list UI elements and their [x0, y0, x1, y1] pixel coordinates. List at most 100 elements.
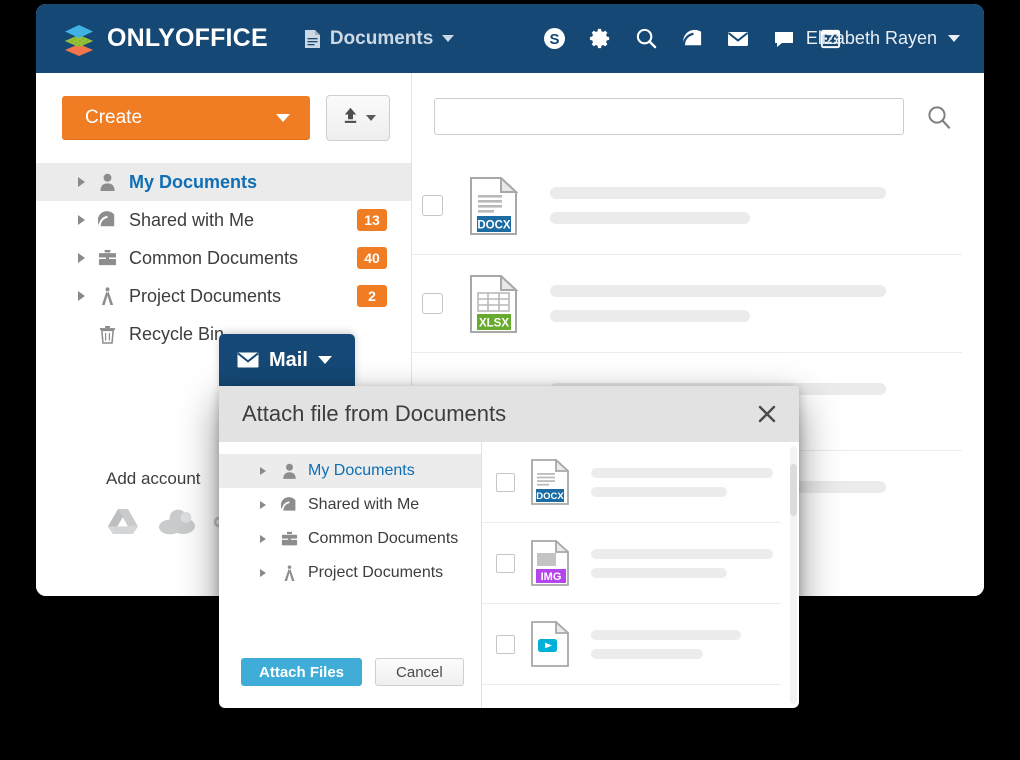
cancel-button[interactable]: Cancel: [375, 658, 464, 686]
placeholder-line: [591, 567, 727, 578]
row-placeholder-lines: [591, 629, 741, 659]
row-placeholder-lines: [591, 467, 773, 497]
chevron-right-icon[interactable]: [78, 177, 85, 187]
briefcase-icon: [279, 531, 299, 547]
chevron-right-icon[interactable]: [78, 215, 85, 225]
person-icon: [279, 463, 299, 479]
chevron-right-icon[interactable]: [260, 467, 266, 475]
sidebar-badge: 13: [357, 209, 387, 231]
person-icon: [96, 173, 118, 191]
compass-icon: [279, 564, 299, 582]
sidebar-item-label: Common Documents: [129, 247, 299, 268]
screen-root: ONLYOFFICE Documents S Elizabeth Rayen C…: [0, 0, 1020, 760]
sidebar-item-label: My Documents: [129, 171, 258, 192]
modal-title: Attach file from Documents: [242, 401, 507, 426]
folder-tree: My Documents Shared with Me 13 Common Do…: [36, 163, 411, 353]
search-icon[interactable]: [633, 26, 659, 52]
mail-tab-button[interactable]: Mail: [219, 334, 355, 386]
search-input[interactable]: [434, 98, 904, 135]
shared-gauge-icon: [279, 497, 299, 513]
chevron-down-icon: [948, 35, 960, 42]
settings-icon[interactable]: [587, 26, 613, 52]
row-checkbox[interactable]: [496, 553, 515, 573]
search-icon[interactable]: [926, 104, 952, 130]
briefcase-icon: [96, 249, 118, 267]
list-item[interactable]: DOCX: [482, 442, 781, 523]
svg-text:DOCX: DOCX: [536, 491, 564, 502]
row-checkbox[interactable]: [496, 634, 515, 654]
list-item[interactable]: IMG: [482, 523, 781, 604]
chevron-down-icon: [442, 35, 455, 42]
row-placeholder-lines: [550, 187, 886, 224]
chevron-down-icon: [365, 115, 376, 121]
chevron-right-icon[interactable]: [260, 535, 266, 543]
chevron-right-icon[interactable]: [260, 501, 266, 509]
attach-files-button[interactable]: Attach Files: [241, 658, 363, 686]
compass-icon: [96, 286, 118, 306]
search-bar: [412, 73, 984, 135]
row-checkbox[interactable]: [422, 293, 443, 314]
sidebar-item-label: Shared with Me: [129, 209, 255, 230]
img-file-icon: IMG: [531, 538, 571, 586]
row-checkbox[interactable]: [496, 472, 515, 492]
table-row[interactable]: XLSX: [412, 255, 962, 353]
google-drive-icon[interactable]: [106, 507, 140, 542]
sidebar-item-common-documents[interactable]: Common Documents 40: [36, 239, 411, 277]
shared-gauge-icon: [96, 211, 118, 229]
mail-tab-label: Mail: [269, 348, 308, 371]
talk-chat-icon[interactable]: [771, 26, 797, 52]
modal-tree-item-label: My Documents: [308, 462, 415, 479]
chevron-right-icon[interactable]: [260, 569, 266, 577]
sidebar-badge: 2: [357, 285, 387, 307]
chevron-right-icon[interactable]: [78, 291, 85, 301]
row-placeholder-lines: [591, 548, 773, 578]
attach-file-modal: Attach file from Documents My Documents …: [219, 386, 799, 708]
logo[interactable]: ONLYOFFICE: [62, 22, 268, 56]
modal-header: Attach file from Documents: [219, 386, 799, 442]
upload-button[interactable]: [326, 95, 390, 141]
chevron-down-icon: [317, 356, 332, 364]
placeholder-line: [591, 629, 741, 640]
chevron-right-icon[interactable]: [78, 253, 85, 263]
placeholder-line: [591, 486, 727, 497]
modal-tree-item-shared-with-me[interactable]: Shared with Me: [219, 488, 481, 522]
modal-tree-item-my-documents[interactable]: My Documents: [219, 454, 481, 488]
sidebar-item-shared-with-me[interactable]: Shared with Me 13: [36, 201, 411, 239]
placeholder-line: [550, 285, 886, 297]
user-name: Elizabeth Rayen: [805, 28, 937, 48]
scrollbar-thumb[interactable]: [790, 464, 797, 516]
docx-file-icon: DOCX: [470, 175, 519, 235]
placeholder-line: [591, 467, 773, 478]
payments-icon[interactable]: S: [541, 26, 567, 52]
sidebar-actions: Create: [36, 73, 411, 141]
chevron-down-icon: [276, 114, 290, 122]
svg-text:S: S: [549, 31, 559, 48]
close-icon[interactable]: [755, 402, 779, 426]
placeholder-line: [591, 548, 773, 559]
modal-tree-item-project-documents[interactable]: Project Documents: [219, 556, 481, 590]
user-menu[interactable]: Elizabeth Rayen: [806, 4, 960, 73]
projects-gauge-icon[interactable]: [679, 26, 705, 52]
onedrive-cloud-icon[interactable]: [158, 508, 196, 541]
create-button[interactable]: Create: [62, 96, 310, 140]
modal-tree-item-label: Project Documents: [308, 564, 444, 581]
modal-tree-item-common-documents[interactable]: Common Documents: [219, 522, 481, 556]
trash-icon: [96, 325, 118, 344]
modal-footer: Attach Files Cancel: [241, 658, 464, 686]
placeholder-line: [591, 648, 703, 659]
mail-icon[interactable]: [725, 26, 751, 52]
list-item[interactable]: [482, 604, 781, 685]
sidebar-badge: 40: [357, 247, 387, 269]
placeholder-line: [550, 310, 750, 322]
logo-text: ONLYOFFICE: [107, 24, 268, 52]
sidebar-item-project-documents[interactable]: Project Documents 2: [36, 277, 411, 315]
sidebar-item-label: Recycle Bin: [129, 323, 225, 344]
row-checkbox[interactable]: [422, 195, 443, 216]
placeholder-line: [550, 187, 886, 199]
modal-list-scrollbar[interactable]: [790, 446, 797, 704]
sidebar-item-my-documents[interactable]: My Documents: [36, 163, 411, 201]
table-row[interactable]: DOCX: [412, 157, 962, 255]
upload-icon: [341, 106, 360, 130]
top-header-bar: ONLYOFFICE Documents S Elizabeth Rayen: [36, 4, 984, 73]
module-documents-link[interactable]: Documents: [304, 28, 455, 50]
